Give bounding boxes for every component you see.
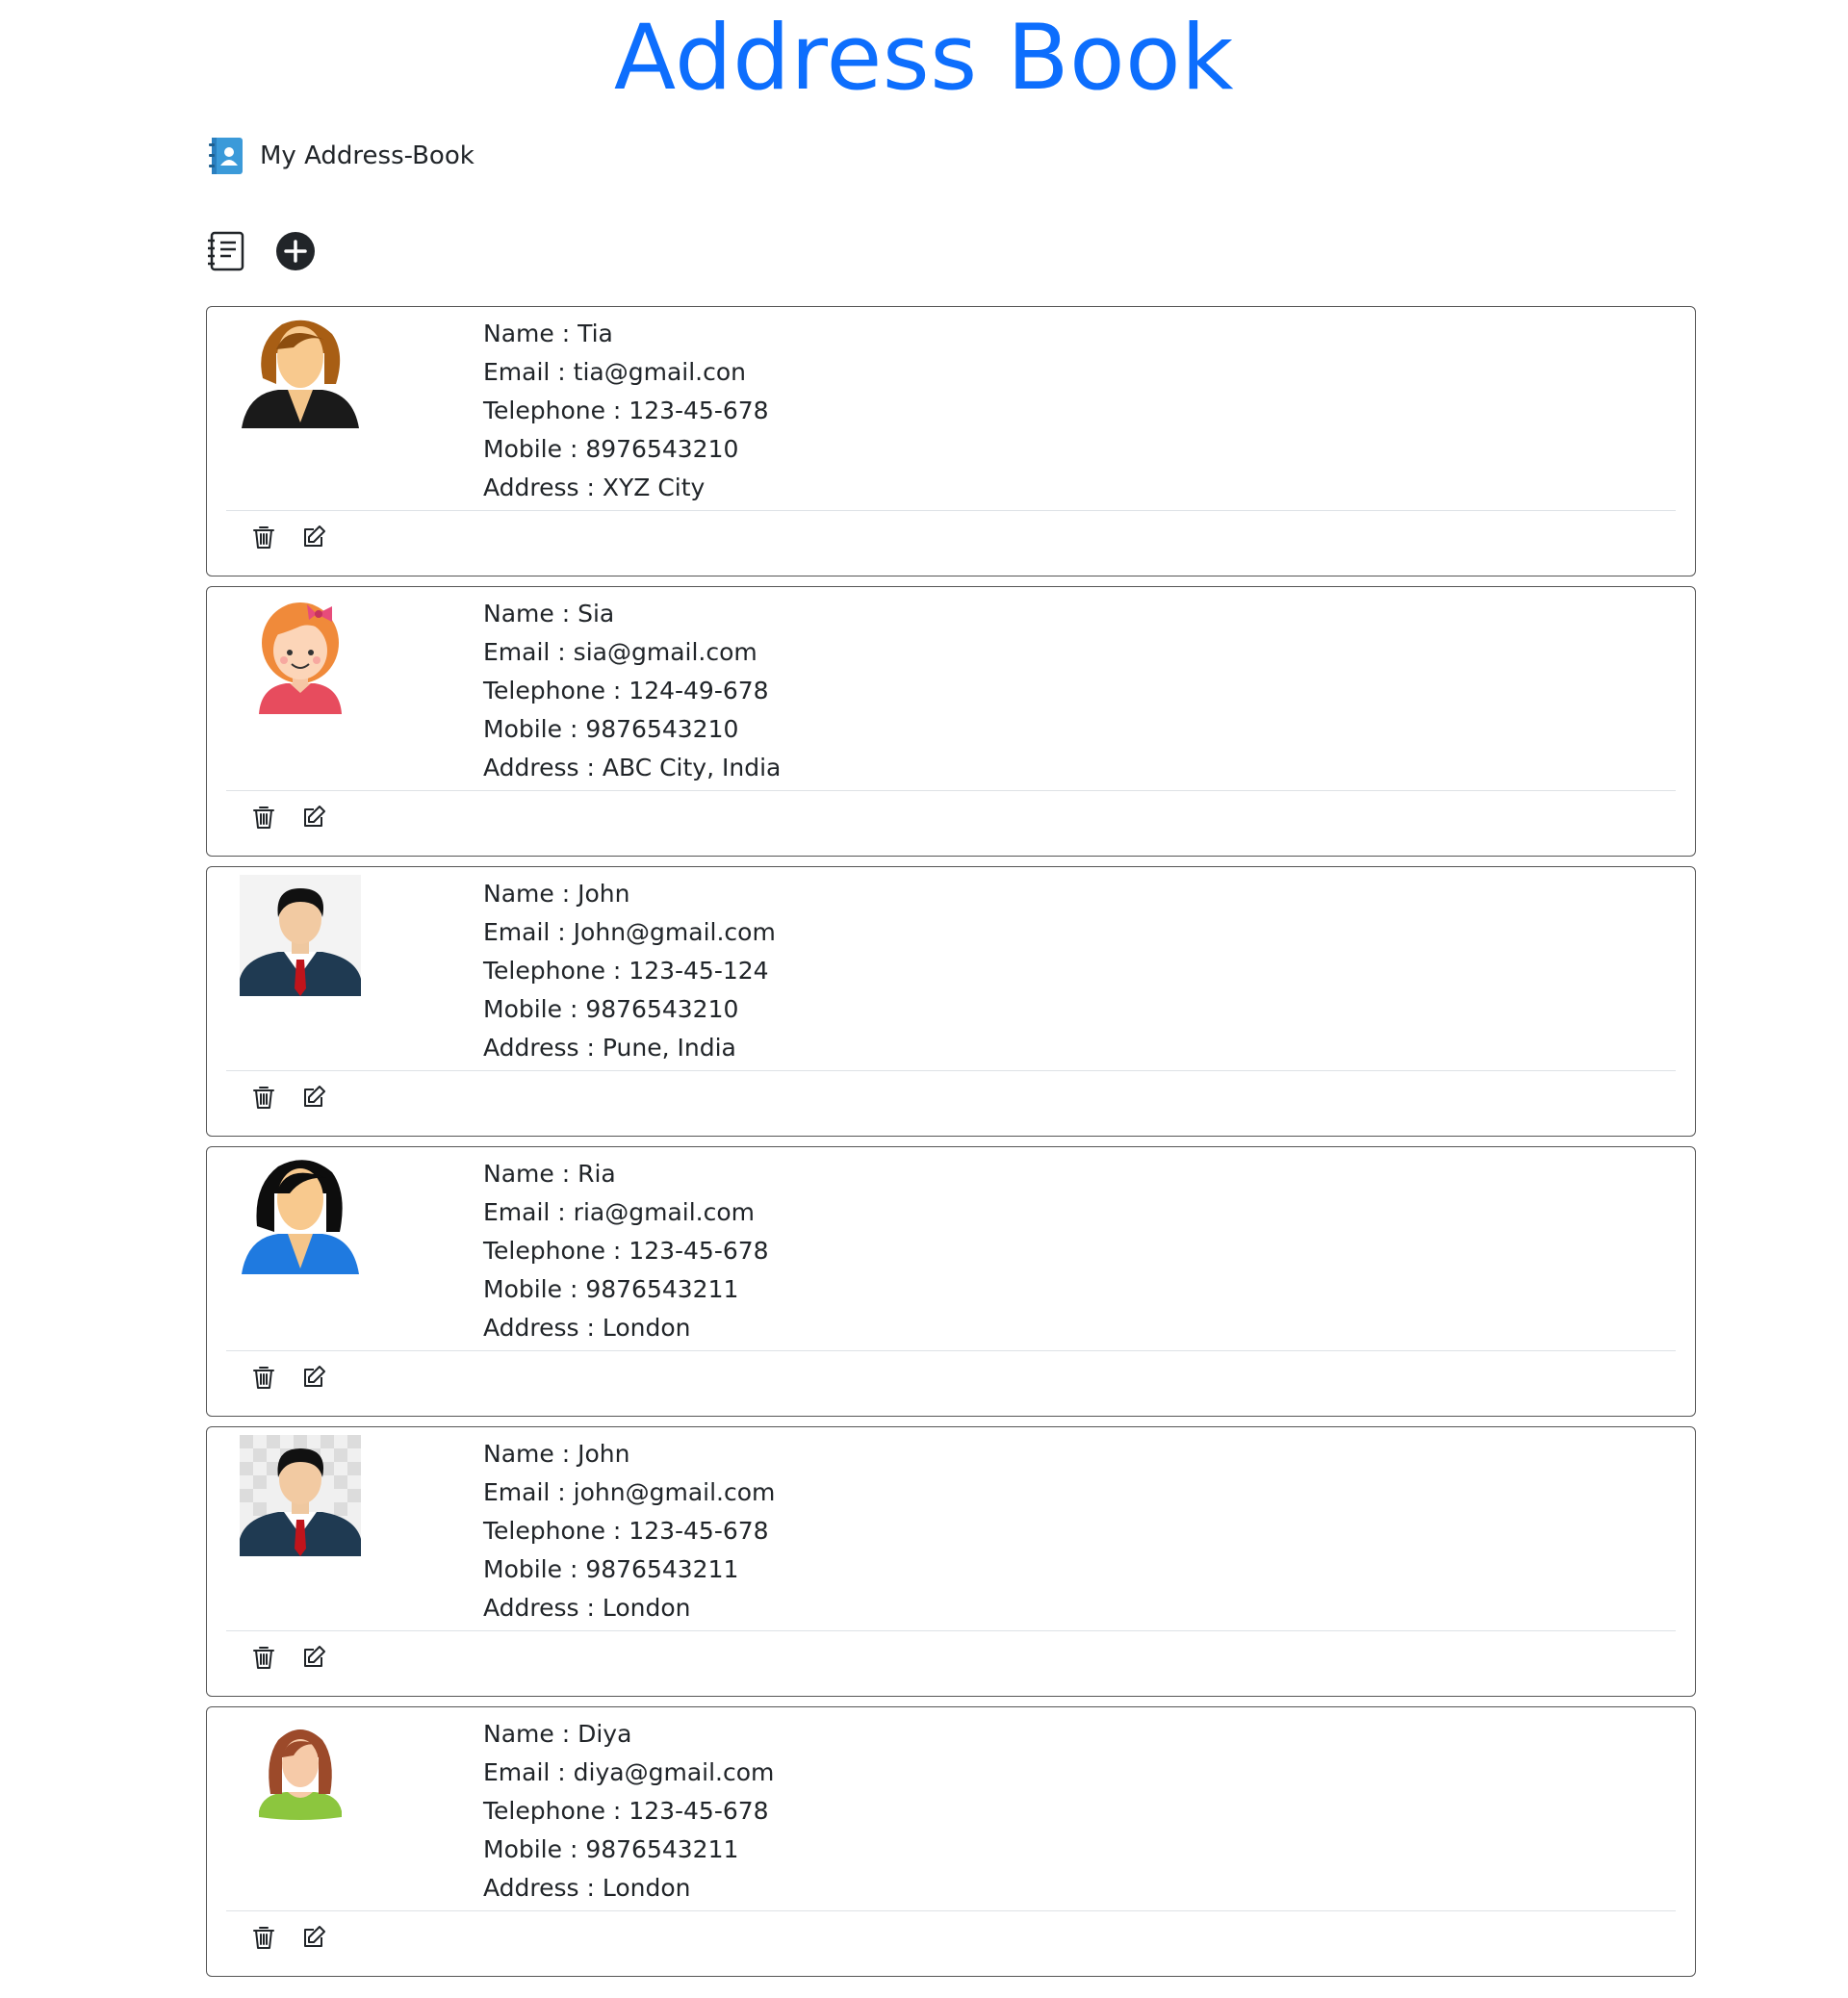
contact-card: Name : John Email : John@gmail.com Telep… bbox=[206, 866, 1696, 1137]
girl-orange-hair-avatar bbox=[240, 595, 361, 716]
contact-name: Name : Diya bbox=[483, 1720, 632, 1748]
contact-email: Email : tia@gmail.con bbox=[483, 358, 747, 386]
edit-icon[interactable] bbox=[301, 525, 326, 550]
contact-name: Name : Ria bbox=[483, 1160, 616, 1188]
man-suit-avatar bbox=[240, 875, 361, 996]
trash-icon[interactable] bbox=[251, 1365, 276, 1390]
contact-card: Name : Sia Email : sia@gmail.com Telepho… bbox=[206, 586, 1696, 857]
trash-icon[interactable] bbox=[251, 1645, 276, 1670]
contact-telephone: Telephone : 123-45-678 bbox=[483, 1797, 769, 1825]
trash-icon[interactable] bbox=[251, 1925, 276, 1950]
contact-address: Address : London bbox=[483, 1314, 691, 1342]
edit-icon[interactable] bbox=[301, 1645, 326, 1670]
contact-address: Address : London bbox=[483, 1594, 691, 1622]
divider bbox=[226, 1630, 1676, 1631]
contact-email: Email : ria@gmail.com bbox=[483, 1198, 755, 1226]
edit-icon[interactable] bbox=[301, 1085, 326, 1110]
divider bbox=[226, 1910, 1676, 1911]
woman-green-top-avatar bbox=[240, 1715, 361, 1836]
contact-address: Address : Pune, India bbox=[483, 1034, 736, 1062]
contact-telephone: Telephone : 123-45-678 bbox=[483, 397, 769, 424]
contact-telephone: Telephone : 124-49-678 bbox=[483, 677, 769, 704]
contact-mobile: Mobile : 9876543211 bbox=[483, 1555, 739, 1583]
contact-name: Name : John bbox=[483, 1440, 630, 1468]
contact-info: Name : John Email : john@gmail.com Telep… bbox=[483, 1435, 775, 1627]
contact-telephone: Telephone : 123-45-678 bbox=[483, 1517, 769, 1545]
contact-info: Name : Sia Email : sia@gmail.com Telepho… bbox=[483, 595, 781, 787]
page-title: Address Book bbox=[613, 6, 1235, 111]
contact-info: Name : Ria Email : ria@gmail.com Telepho… bbox=[483, 1155, 769, 1347]
contact-mobile: Mobile : 9876543211 bbox=[483, 1275, 739, 1303]
contact-mobile: Mobile : 9876543211 bbox=[483, 1835, 739, 1863]
woman-black-hair-avatar bbox=[240, 1155, 361, 1276]
contact-telephone: Telephone : 123-45-124 bbox=[483, 957, 769, 985]
man-suit-avatar bbox=[240, 1435, 361, 1556]
contact-card: Name : John Email : john@gmail.com Telep… bbox=[206, 1426, 1696, 1697]
contact-email: Email : john@gmail.com bbox=[483, 1478, 776, 1506]
contact-address: Address : XYZ City bbox=[483, 474, 706, 501]
contact-name: Name : Sia bbox=[483, 600, 615, 628]
divider bbox=[226, 790, 1676, 791]
list-icon[interactable] bbox=[206, 231, 246, 271]
trash-icon[interactable] bbox=[251, 805, 276, 830]
contact-actions bbox=[251, 1085, 326, 1110]
contact-actions bbox=[251, 805, 326, 830]
address-book-icon bbox=[209, 138, 243, 174]
contact-telephone: Telephone : 123-45-678 bbox=[483, 1237, 769, 1265]
edit-icon[interactable] bbox=[301, 1925, 326, 1950]
contact-info: Name : John Email : John@gmail.com Telep… bbox=[483, 875, 776, 1067]
divider bbox=[226, 1350, 1676, 1351]
edit-icon[interactable] bbox=[301, 805, 326, 830]
contact-actions bbox=[251, 1365, 326, 1390]
contact-email: Email : John@gmail.com bbox=[483, 918, 776, 946]
contact-address: Address : ABC City, India bbox=[483, 754, 782, 781]
contact-actions bbox=[251, 525, 326, 550]
divider bbox=[226, 1070, 1676, 1071]
contact-mobile: Mobile : 8976543210 bbox=[483, 435, 739, 463]
contact-email: Email : diya@gmail.com bbox=[483, 1758, 775, 1786]
contact-email: Email : sia@gmail.com bbox=[483, 638, 757, 666]
contact-name: Name : Tia bbox=[483, 320, 613, 347]
contact-card: Name : Tia Email : tia@gmail.con Telepho… bbox=[206, 306, 1696, 576]
contact-list: Name : Tia Email : tia@gmail.con Telepho… bbox=[206, 306, 1696, 1986]
plus-circle-icon[interactable] bbox=[275, 231, 316, 271]
contact-mobile: Mobile : 9876543210 bbox=[483, 995, 739, 1023]
contact-card: Name : Ria Email : ria@gmail.com Telepho… bbox=[206, 1146, 1696, 1417]
woman-brown-hair-avatar bbox=[240, 315, 361, 436]
contact-info: Name : Tia Email : tia@gmail.con Telepho… bbox=[483, 315, 769, 507]
contact-actions bbox=[251, 1645, 326, 1670]
trash-icon[interactable] bbox=[251, 525, 276, 550]
brand[interactable]: My Address-Book bbox=[208, 135, 475, 177]
brand-title: My Address-Book bbox=[260, 141, 475, 170]
contact-mobile: Mobile : 9876543210 bbox=[483, 715, 739, 743]
contact-actions bbox=[251, 1925, 326, 1950]
contact-name: Name : John bbox=[483, 880, 630, 908]
contact-info: Name : Diya Email : diya@gmail.com Telep… bbox=[483, 1715, 774, 1908]
edit-icon[interactable] bbox=[301, 1365, 326, 1390]
toolbar bbox=[206, 231, 316, 271]
contact-address: Address : London bbox=[483, 1874, 691, 1902]
divider bbox=[226, 510, 1676, 511]
trash-icon[interactable] bbox=[251, 1085, 276, 1110]
contact-card: Name : Diya Email : diya@gmail.com Telep… bbox=[206, 1706, 1696, 1977]
